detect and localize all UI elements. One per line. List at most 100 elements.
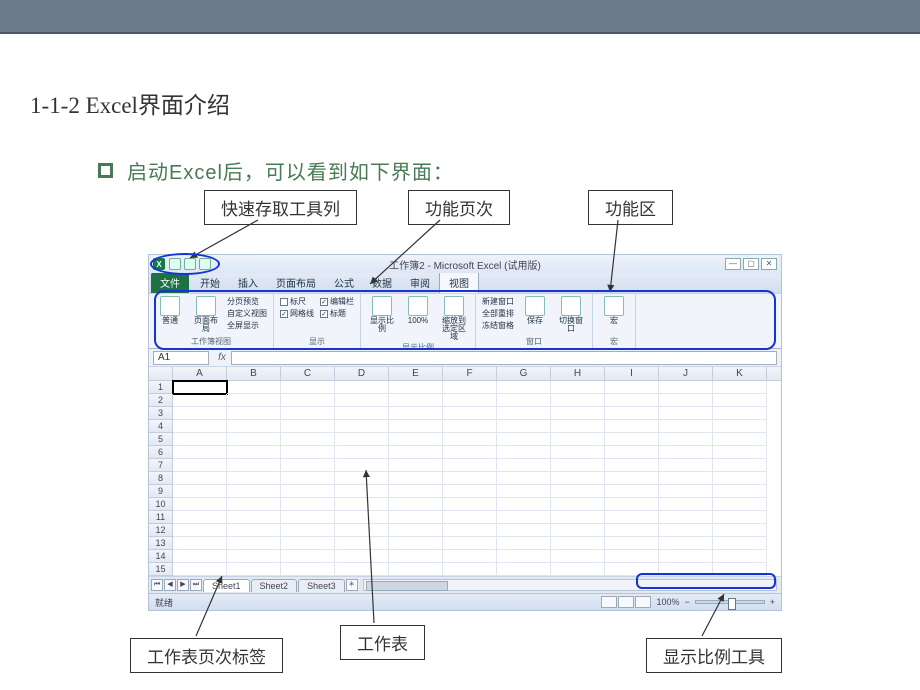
cell[interactable] [281, 407, 335, 420]
row-header[interactable]: 10 [149, 498, 173, 511]
row-header[interactable]: 3 [149, 407, 173, 420]
cell[interactable] [335, 524, 389, 537]
minimize-button[interactable]: — [725, 258, 741, 270]
cell[interactable] [281, 563, 335, 576]
cell[interactable] [389, 511, 443, 524]
cell[interactable] [173, 537, 227, 550]
cell[interactable] [605, 459, 659, 472]
cell[interactable] [173, 381, 227, 394]
cell[interactable] [173, 511, 227, 524]
cell[interactable] [281, 524, 335, 537]
cell[interactable] [443, 511, 497, 524]
cell[interactable] [605, 485, 659, 498]
tabnav-next[interactable]: ▶ [177, 579, 189, 591]
cell[interactable] [605, 433, 659, 446]
cell[interactable] [713, 420, 767, 433]
cell[interactable] [443, 459, 497, 472]
cell[interactable] [713, 498, 767, 511]
sheet-tab-1[interactable]: Sheet1 [203, 579, 250, 592]
row-header[interactable]: 7 [149, 459, 173, 472]
cell[interactable] [389, 433, 443, 446]
cell[interactable] [713, 446, 767, 459]
cell[interactable] [443, 420, 497, 433]
cell[interactable] [605, 420, 659, 433]
cell[interactable] [713, 407, 767, 420]
row-header[interactable]: 11 [149, 511, 173, 524]
cell[interactable] [335, 563, 389, 576]
cell[interactable] [443, 394, 497, 407]
cell[interactable] [281, 420, 335, 433]
cell[interactable] [713, 381, 767, 394]
cell[interactable] [443, 485, 497, 498]
cell[interactable] [551, 472, 605, 485]
col-K[interactable]: K [713, 367, 767, 380]
sheet-tab-3[interactable]: Sheet3 [298, 579, 345, 592]
cell[interactable] [443, 381, 497, 394]
cell[interactable] [497, 485, 551, 498]
cell[interactable] [605, 381, 659, 394]
cell[interactable] [173, 563, 227, 576]
col-F[interactable]: F [443, 367, 497, 380]
cell[interactable] [497, 420, 551, 433]
col-D[interactable]: D [335, 367, 389, 380]
col-I[interactable]: I [605, 367, 659, 380]
cell[interactable] [713, 485, 767, 498]
cell[interactable] [227, 498, 281, 511]
cell[interactable] [173, 433, 227, 446]
cell[interactable] [605, 524, 659, 537]
cell[interactable] [497, 563, 551, 576]
cell[interactable] [443, 433, 497, 446]
cell[interactable] [551, 433, 605, 446]
cell[interactable] [173, 498, 227, 511]
cell[interactable] [497, 511, 551, 524]
cell[interactable] [173, 524, 227, 537]
cell[interactable] [497, 446, 551, 459]
col-G[interactable]: G [497, 367, 551, 380]
cell[interactable] [389, 459, 443, 472]
view-normal-icon[interactable] [601, 596, 617, 608]
cell[interactable] [497, 472, 551, 485]
cell[interactable] [713, 459, 767, 472]
cell[interactable] [605, 472, 659, 485]
col-H[interactable]: H [551, 367, 605, 380]
cell[interactable] [281, 394, 335, 407]
cell[interactable] [659, 394, 713, 407]
cell[interactable] [551, 524, 605, 537]
cell[interactable] [497, 537, 551, 550]
cell[interactable] [227, 446, 281, 459]
cell[interactable] [281, 537, 335, 550]
cell[interactable] [443, 446, 497, 459]
cell[interactable] [659, 498, 713, 511]
cell[interactable] [227, 420, 281, 433]
cell[interactable] [443, 472, 497, 485]
maximize-button[interactable]: ▢ [743, 258, 759, 270]
cell[interactable] [227, 407, 281, 420]
tabnav-first[interactable]: ⏮ [151, 579, 163, 591]
cell[interactable] [443, 550, 497, 563]
cell[interactable] [389, 394, 443, 407]
view-pagelayout-icon[interactable] [618, 596, 634, 608]
cell[interactable] [173, 394, 227, 407]
cell[interactable] [389, 485, 443, 498]
cell[interactable] [227, 524, 281, 537]
cell[interactable] [713, 511, 767, 524]
cell[interactable] [659, 446, 713, 459]
cell[interactable] [497, 524, 551, 537]
cell[interactable] [281, 459, 335, 472]
zoom-in-button[interactable]: + [770, 597, 775, 607]
cell[interactable] [659, 472, 713, 485]
cell[interactable] [227, 459, 281, 472]
cell[interactable] [389, 381, 443, 394]
cell[interactable] [497, 433, 551, 446]
col-B[interactable]: B [227, 367, 281, 380]
cell[interactable] [281, 550, 335, 563]
cell[interactable] [281, 381, 335, 394]
cell[interactable] [605, 537, 659, 550]
cell[interactable] [389, 420, 443, 433]
cell[interactable] [389, 563, 443, 576]
formula-bar[interactable] [231, 351, 777, 365]
cell[interactable] [335, 394, 389, 407]
cell[interactable] [497, 381, 551, 394]
cell[interactable] [659, 381, 713, 394]
cell[interactable] [443, 537, 497, 550]
